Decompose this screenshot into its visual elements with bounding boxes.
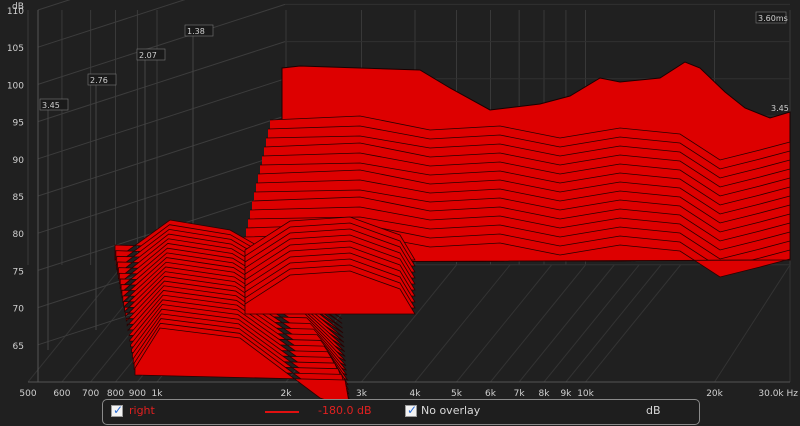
- x-tick-label: 500: [19, 389, 36, 399]
- x-tick-label: 10k: [577, 389, 594, 399]
- x-tick-label: 900: [129, 389, 146, 399]
- grid-line-wall: [37, 0, 186, 48]
- y-tick-label: 75: [13, 267, 24, 277]
- grid-line-floor: [490, 264, 586, 383]
- grid-line-floor: [714, 264, 791, 383]
- series-name: right: [129, 404, 155, 417]
- y-axis-label: dB: [12, 2, 24, 12]
- time-label: 2.07: [139, 51, 157, 60]
- overlay-label: No overlay: [421, 404, 481, 417]
- x-tick-label: 700: [82, 389, 99, 399]
- y-tick-label: 95: [13, 119, 24, 129]
- x-tick-label: 8k: [539, 389, 551, 399]
- series-line-swatch: [265, 411, 299, 413]
- time-label: 3.45: [42, 101, 60, 110]
- overlay-checkbox[interactable]: ✓: [405, 403, 418, 417]
- x-tick-label: 5k: [451, 389, 463, 399]
- waterfall-chart: 657075808590951001051103.452.762.071.383…: [7, 0, 798, 400]
- grid-line-floor: [565, 264, 662, 383]
- y-tick-label: 85: [13, 193, 24, 203]
- check-icon: ✓: [407, 403, 418, 417]
- check-icon: ✓: [113, 403, 124, 417]
- x-tick-label: 3k: [356, 389, 368, 399]
- grid-line-floor: [456, 264, 552, 383]
- x-tick-label: 7k: [514, 389, 526, 399]
- x-tick-label: 800: [107, 389, 124, 399]
- time-label: 1.38: [187, 27, 205, 36]
- waterfall-surfaces: [114, 61, 791, 400]
- y-tick-label: 90: [13, 156, 25, 166]
- time-label: 2.76: [90, 76, 108, 85]
- grid-line-floor: [414, 264, 511, 383]
- grid-line-wall: [37, 78, 286, 160]
- x-tick-label: 2k: [281, 389, 293, 399]
- x-tick-label: 1k: [152, 389, 164, 399]
- grid-line-floor: [543, 264, 640, 383]
- x-tick-label: 30.0k Hz: [758, 389, 798, 399]
- unit-label: dB: [646, 404, 661, 417]
- grid-line-floor: [27, 264, 124, 383]
- level-readout: -180.0 dB: [318, 404, 372, 417]
- y-tick-label: 105: [7, 44, 24, 54]
- y-tick-label: 100: [7, 81, 24, 91]
- right-time-label: 3.45: [771, 104, 789, 113]
- y-tick-label: 80: [13, 230, 25, 240]
- x-tick-label: 9k: [560, 389, 572, 399]
- grid-line-wall: [37, 0, 71, 11]
- grid-line-wall: [37, 115, 286, 197]
- series-checkbox[interactable]: ✓: [111, 403, 124, 417]
- x-tick-label: 600: [53, 389, 70, 399]
- y-tick-label: 65: [13, 342, 24, 352]
- x-tick-label: 4k: [410, 389, 422, 399]
- grid-line-wall: [37, 3, 286, 85]
- legend-bar: ✓ right -180.0 dB ✓ No overlay dB: [102, 399, 700, 425]
- back-time-label: 3.60ms: [758, 14, 788, 23]
- x-tick-label: 20k: [706, 389, 723, 399]
- grid-line-wall: [37, 152, 286, 234]
- x-tick-label: 6k: [485, 389, 497, 399]
- y-tick-label: 70: [13, 305, 25, 315]
